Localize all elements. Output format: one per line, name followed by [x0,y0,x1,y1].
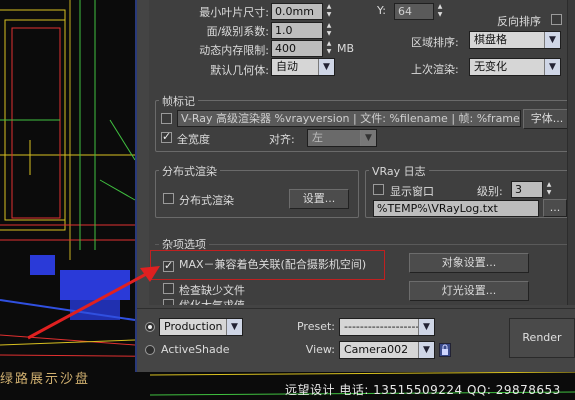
footer-contact-text: 远望设计 电话: 13515509224 QQ: 29878653 [285,383,561,397]
annotation-arrow-icon [27,266,160,340]
